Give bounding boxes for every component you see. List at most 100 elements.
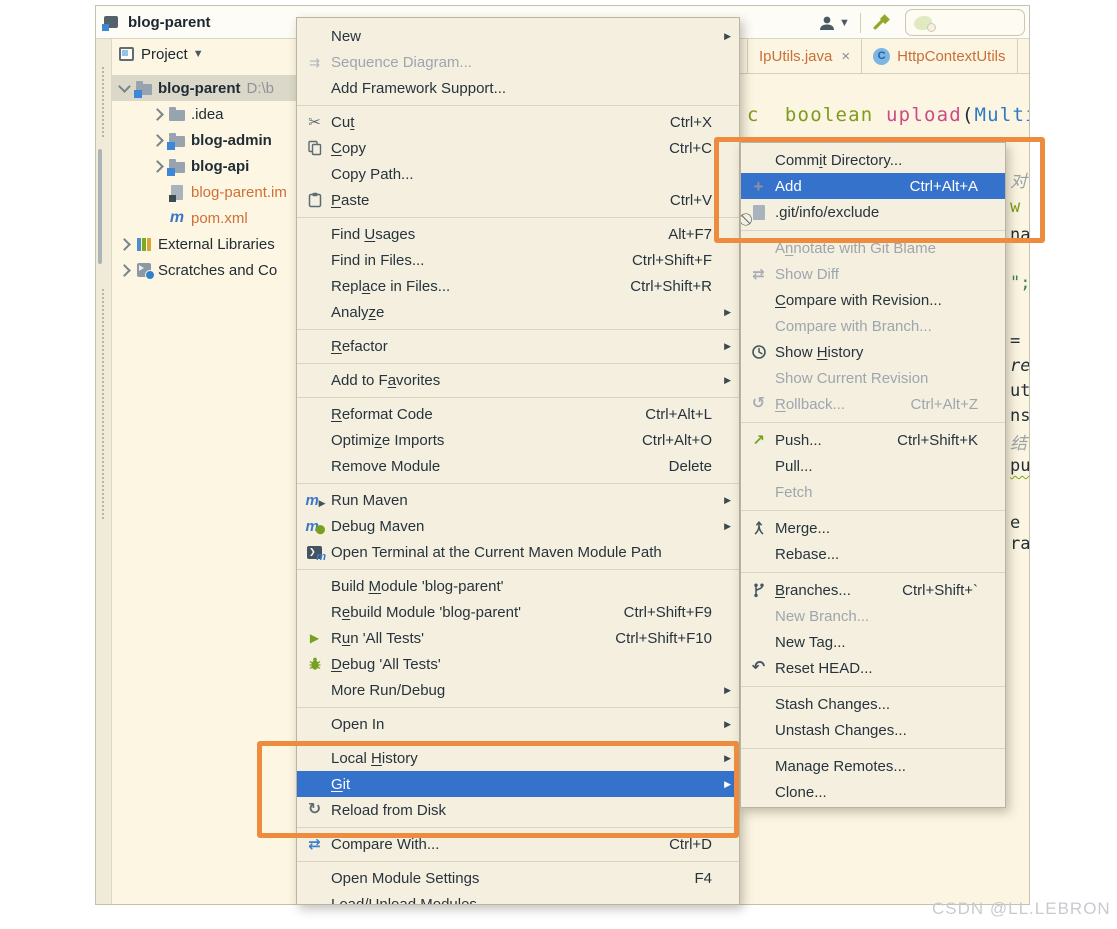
close-icon[interactable]: × xyxy=(841,48,850,65)
menu-item-analyze[interactable]: Analyze▶ xyxy=(297,299,739,325)
menu-item-reset-head[interactable]: ↶Reset HEAD... xyxy=(741,655,1005,681)
tree-chevron-slot xyxy=(116,265,133,275)
menu-item-shortcut: Ctrl+Shift+F10 xyxy=(615,630,712,647)
tree-item-external-libraries[interactable]: External Libraries xyxy=(112,231,297,257)
menu-item-label: Pull... xyxy=(775,458,813,475)
menu-item-open-module-settings[interactable]: Open Module SettingsF4 xyxy=(297,865,739,891)
menu-item-copy[interactable]: CopyCtrl+C xyxy=(297,135,739,161)
menu-item-find-usages[interactable]: Find UsagesAlt+F7 xyxy=(297,221,739,247)
tree-item-blog-parent[interactable]: blog-parentD:\b xyxy=(112,75,297,101)
menu-item-build-module-blog-parent[interactable]: Build Module 'blog-parent' xyxy=(297,573,739,599)
menu-item-find-in-files[interactable]: Find in Files...Ctrl+Shift+F xyxy=(297,247,739,273)
menu-item-show-diff[interactable]: ⇄Show Diff xyxy=(741,261,1005,287)
menu-item-more-run-debug[interactable]: More Run/Debug▶ xyxy=(297,677,739,703)
module-folder-icon xyxy=(136,84,152,95)
menu-item-rebase[interactable]: Rebase... xyxy=(741,541,1005,567)
merge-icon xyxy=(748,520,769,536)
menu-item-sequence-diagram[interactable]: ⇉Sequence Diagram... xyxy=(297,49,739,75)
menu-separator xyxy=(741,572,1005,573)
menu-item-shortcut: F4 xyxy=(694,870,712,887)
chevron-down-icon[interactable] xyxy=(118,80,131,93)
chevron-right-icon[interactable] xyxy=(151,160,164,173)
tab-iputils[interactable]: IpUtils.java × xyxy=(747,39,862,73)
tree-item-scratches-and-co[interactable]: Scratches and Co xyxy=(112,257,297,283)
chevron-right-icon[interactable] xyxy=(118,238,131,251)
menu-separator xyxy=(297,329,739,330)
menu-item-fetch[interactable]: Fetch xyxy=(741,479,1005,505)
menu-item-shortcut: Ctrl+Shift+` xyxy=(902,582,978,599)
menu-item-debug-all-tests[interactable]: Debug 'All Tests' xyxy=(297,651,739,677)
menu-separator xyxy=(297,861,739,862)
menu-item-rebuild-module-blog-parent[interactable]: Rebuild Module 'blog-parent'Ctrl+Shift+F… xyxy=(297,599,739,625)
menu-item-shortcut: Ctrl+Alt+L xyxy=(645,406,712,423)
tree-item-blog-parent-im[interactable]: blog-parent.im xyxy=(112,179,297,205)
menu-item-label: Show History xyxy=(775,344,863,361)
tree-item-icon-slot xyxy=(133,263,155,277)
menu-item-run-maven[interactable]: m▶Run Maven▶ xyxy=(297,487,739,513)
menu-item-label: Open In xyxy=(331,716,384,733)
menu-item-push[interactable]: ↗Push...Ctrl+Shift+K xyxy=(741,427,1005,453)
menu-item-stash-changes[interactable]: Stash Changes... xyxy=(741,691,1005,717)
menu-item-new[interactable]: New ▶ xyxy=(297,23,739,49)
menu-item-add-to-favorites[interactable]: Add to Favorites▶ xyxy=(297,367,739,393)
menu-item-optimize-imports[interactable]: Optimize ImportsCtrl+Alt+O xyxy=(297,427,739,453)
menu-item-open-terminal-at-the-current-maven-module-path[interactable]: mOpen Terminal at the Current Maven Modu… xyxy=(297,539,739,565)
annotation-box-git-submenu xyxy=(714,137,1045,243)
maven-file-icon: m xyxy=(170,211,184,225)
menu-item-clone[interactable]: Clone... xyxy=(741,779,1005,805)
menu-item-debug-maven[interactable]: m⬤Debug Maven▶ xyxy=(297,513,739,539)
menu-item-shortcut: Ctrl+V xyxy=(670,192,712,209)
menu-item-compare-with-revision[interactable]: Compare with Revision... xyxy=(741,287,1005,313)
menu-item-new-branch[interactable]: New Branch... xyxy=(741,603,1005,629)
run-configuration-selector[interactable] xyxy=(905,9,1025,36)
menu-item-cut[interactable]: ✂CutCtrl+X xyxy=(297,109,739,135)
tree-chevron-slot xyxy=(149,109,166,119)
menu-item-shortcut: Ctrl+C xyxy=(669,140,712,157)
menu-item-label: New xyxy=(331,28,361,45)
chevron-right-icon[interactable] xyxy=(118,264,131,277)
menu-item-label: Compare with Branch... xyxy=(775,318,932,335)
maven-run-icon: m▶ xyxy=(304,492,325,508)
project-view-header[interactable]: Project ▼ xyxy=(112,39,297,69)
menu-item-label: Merge... xyxy=(775,520,830,537)
menu-item-remove-module[interactable]: Remove ModuleDelete xyxy=(297,453,739,479)
chevron-right-icon[interactable] xyxy=(151,134,164,147)
chevron-right-icon[interactable] xyxy=(151,108,164,121)
menu-item-paste[interactable]: PasteCtrl+V xyxy=(297,187,739,213)
menu-item-unstash-changes[interactable]: Unstash Changes... xyxy=(741,717,1005,743)
tree-item-pom-xml[interactable]: mpom.xml xyxy=(112,205,297,231)
tree-item-idea[interactable]: .idea xyxy=(112,101,297,127)
menu-item-new-tag[interactable]: New Tag... xyxy=(741,629,1005,655)
menu-item-add-framework-support[interactable]: Add Framework Support... xyxy=(297,75,739,101)
menu-item-rollback[interactable]: ↺Rollback...Ctrl+Alt+Z xyxy=(741,391,1005,417)
tree-item-blog-api[interactable]: blog-api xyxy=(112,153,297,179)
menu-item-reformat-code[interactable]: Reformat CodeCtrl+Alt+L xyxy=(297,401,739,427)
code-fragment: "; xyxy=(1010,273,1029,293)
menu-item-show-history[interactable]: Show History xyxy=(741,339,1005,365)
menu-item-copy-path[interactable]: Copy Path... xyxy=(297,161,739,187)
tree-item-blog-admin[interactable]: blog-admin xyxy=(112,127,297,153)
submenu-arrow-icon: ▶ xyxy=(720,31,731,42)
menu-item-pull[interactable]: Pull... xyxy=(741,453,1005,479)
menu-item-replace-in-files[interactable]: Replace in Files...Ctrl+Shift+R xyxy=(297,273,739,299)
menu-item-manage-remotes[interactable]: Manage Remotes... xyxy=(741,753,1005,779)
menu-item-label: Compare With... xyxy=(331,836,439,853)
tab-httpcontextutils[interactable]: C HttpContextUtils xyxy=(862,39,1017,73)
menu-separator xyxy=(297,217,739,218)
tree-item-icon-slot xyxy=(133,237,155,251)
menu-item-load-unload-modules[interactable]: Load/Unload Modules... xyxy=(297,891,739,905)
user-account-button[interactable]: ▼ xyxy=(818,15,850,31)
menu-item-run-all-tests[interactable]: ▶Run 'All Tests'Ctrl+Shift+F10 xyxy=(297,625,739,651)
menu-item-merge[interactable]: Merge... xyxy=(741,515,1005,541)
build-hammer-button[interactable] xyxy=(871,10,893,36)
menu-separator xyxy=(297,105,739,106)
tool-window-bar[interactable] xyxy=(96,39,112,904)
menu-item-label: Compare with Revision... xyxy=(775,292,942,309)
menu-item-open-in[interactable]: Open In▶ xyxy=(297,711,739,737)
menu-item-branches[interactable]: Branches...Ctrl+Shift+` xyxy=(741,577,1005,603)
menu-item-compare-with-branch[interactable]: Compare with Branch... xyxy=(741,313,1005,339)
tree-item-icon-slot xyxy=(166,159,188,173)
code-fragment: 结 xyxy=(1010,429,1027,454)
menu-item-show-current-revision[interactable]: Show Current Revision xyxy=(741,365,1005,391)
menu-item-refactor[interactable]: Refactor▶ xyxy=(297,333,739,359)
